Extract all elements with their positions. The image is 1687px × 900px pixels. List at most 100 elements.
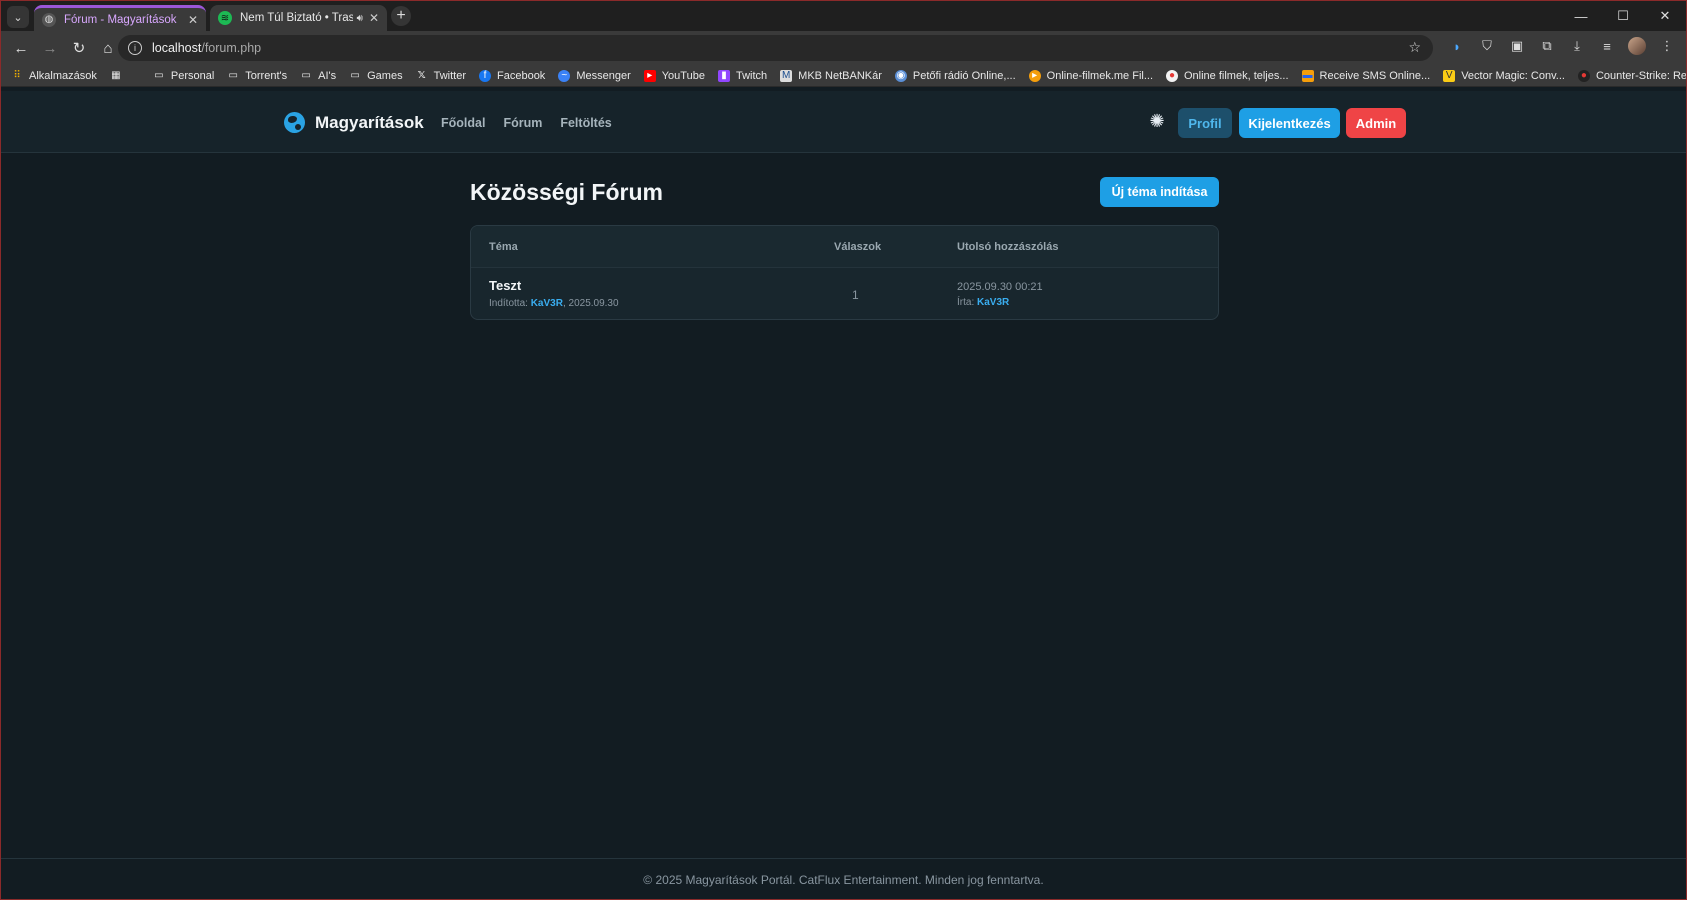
bookmark-twitter[interactable]: 𝕏 Twitter bbox=[416, 70, 466, 82]
page-title: Közösségi Fórum bbox=[470, 179, 663, 205]
sms-icon: ▬ bbox=[1301, 69, 1314, 82]
browser-window: ⌄ ◍ Fórum - Magyarítások ✕ ≋ Nem Túl Biz… bbox=[0, 0, 1687, 900]
bookmark-label: Games bbox=[367, 69, 403, 82]
bookmark-filmek[interactable]: ● Online filmek, teljes... bbox=[1166, 69, 1289, 82]
close-window-icon[interactable]: ✕ bbox=[1644, 1, 1686, 31]
bookmark-label: Twitter bbox=[433, 69, 466, 82]
maximize-icon[interactable]: ☐ bbox=[1602, 1, 1644, 31]
bank-icon: M bbox=[780, 69, 793, 82]
bookmark-personal[interactable]: ▭ Personal bbox=[153, 70, 214, 82]
messenger-icon: ~ bbox=[558, 69, 571, 82]
tab-search-icon[interactable]: ⌄ bbox=[7, 6, 29, 28]
nav-forum[interactable]: Fórum bbox=[503, 116, 542, 130]
puzzle-icon[interactable]: ⧉ bbox=[1538, 37, 1556, 55]
bookmark-sms[interactable]: ▬ Receive SMS Online... bbox=[1301, 69, 1431, 82]
bookmark-label: Online-filmek.me Fil... bbox=[1046, 69, 1153, 82]
cs-icon: ● bbox=[1577, 69, 1590, 82]
bookmark-onlinefilmek[interactable]: ▸ Online-filmek.me Fil... bbox=[1028, 69, 1153, 82]
bookmark-label: MKB NetBANKár bbox=[798, 69, 882, 82]
bookmark-label: AI's bbox=[318, 69, 337, 82]
url-host: localhost bbox=[152, 41, 202, 55]
cast-extension-icon[interactable]: ▣ bbox=[1508, 37, 1526, 55]
profile-button[interactable]: Profil bbox=[1178, 108, 1232, 138]
reload-icon[interactable]: ↻ bbox=[67, 36, 91, 60]
reply-count: 1 bbox=[852, 288, 859, 302]
play-icon: ▸ bbox=[1028, 69, 1041, 82]
menu-kebab-icon[interactable]: ⋮ bbox=[1658, 37, 1676, 55]
twitch-icon: ▮ bbox=[717, 69, 730, 82]
bookmark-label: Receive SMS Online... bbox=[1319, 69, 1431, 82]
new-topic-button[interactable]: Új téma indítása bbox=[1100, 177, 1219, 207]
bookmark-mkb[interactable]: M MKB NetBANKár bbox=[780, 69, 882, 82]
bookmark-torrents[interactable]: ▭ Torrent's bbox=[227, 69, 288, 82]
theme-toggle-icon[interactable]: ✺ bbox=[1146, 110, 1168, 132]
window-controls: — ☐ ✕ bbox=[1560, 1, 1686, 31]
globe-logo-icon bbox=[284, 112, 305, 133]
bookmark-apps[interactable]: ⠿ Alkalmazások bbox=[11, 70, 97, 82]
globe-icon: ◍ bbox=[42, 12, 56, 27]
youtube-icon: ▸ bbox=[643, 69, 656, 82]
forum-table: Téma Válaszok Utolsó hozzászólás Teszt I… bbox=[470, 225, 1219, 320]
admin-button[interactable]: Admin bbox=[1346, 108, 1406, 138]
bookmark-label: Vector Magic: Conv... bbox=[1461, 69, 1565, 82]
bookmark-vectormagic[interactable]: V Vector Magic: Conv... bbox=[1443, 69, 1565, 82]
bookmark-label: Torrent's bbox=[245, 69, 288, 82]
tab-spotify[interactable]: ≋ Nem Túl Biztató • Trashkat 🔊︎ ✕ bbox=[210, 5, 387, 31]
table-row: Teszt Indította: KaV3R, 2025.09.30 1 202… bbox=[471, 268, 1218, 319]
last-author-link[interactable]: KaV3R bbox=[977, 297, 1009, 308]
media-control-icon[interactable]: ≡ bbox=[1598, 37, 1616, 55]
started-by-label: Indította: bbox=[489, 298, 528, 309]
bookmarks-bar: ⠿ Alkalmazások ▦ ▭ Personal ▭ Torrent's ▭ AI… bbox=[1, 65, 1686, 87]
minimize-icon[interactable]: — bbox=[1560, 1, 1602, 31]
bookmark-label: Alkalmazások bbox=[29, 69, 97, 82]
bookmark-youtube[interactable]: ▸ YouTube bbox=[643, 69, 705, 82]
bookmark-twitch[interactable]: ▮ Twitch bbox=[717, 69, 768, 82]
main-nav: Főoldal Fórum Feltöltés bbox=[441, 116, 612, 130]
site-header: Magyarítások Főoldal Fórum Feltöltés ✺ P… bbox=[1, 91, 1686, 153]
vector-icon: V bbox=[1443, 69, 1456, 82]
bookmark-ais[interactable]: ▭ AI's bbox=[300, 70, 336, 82]
bookmark-facebook[interactable]: f Facebook bbox=[479, 69, 545, 82]
speaker-icon[interactable]: 🔊︎ bbox=[357, 13, 363, 24]
nav-upload[interactable]: Feltöltés bbox=[560, 116, 611, 130]
x-logo-icon: 𝕏 bbox=[417, 70, 426, 81]
new-tab-button[interactable]: + bbox=[391, 6, 411, 26]
bookmark-label: Messenger bbox=[576, 69, 631, 82]
nav-home[interactable]: Főoldal bbox=[441, 116, 485, 130]
column-topic: Téma bbox=[489, 241, 518, 253]
forward-icon[interactable]: → bbox=[38, 36, 62, 60]
facebook-icon: f bbox=[479, 69, 491, 82]
bookmark-counterstrike[interactable]: ● Counter-Strike: Rest... bbox=[1577, 69, 1686, 82]
profile-avatar[interactable] bbox=[1628, 37, 1646, 55]
site-info-icon[interactable]: i bbox=[128, 41, 142, 55]
bookmark-label: Twitch bbox=[735, 69, 768, 82]
back-icon[interactable]: ← bbox=[9, 36, 33, 60]
bookmark-petofi[interactable]: ◉ Petőfi rádió Online,... bbox=[894, 69, 1016, 82]
topic-title-link[interactable]: Teszt bbox=[489, 278, 521, 293]
brand-name: Magyarítások bbox=[315, 112, 424, 132]
film-icon: ● bbox=[1166, 69, 1178, 82]
written-by-label: Írta: bbox=[957, 297, 975, 308]
bookmark-games[interactable]: ▭ Games bbox=[349, 70, 402, 82]
folder-icon: ▭ bbox=[228, 70, 238, 81]
brand-link[interactable]: Magyarítások bbox=[284, 112, 424, 133]
logout-button[interactable]: Kijelentkezés bbox=[1239, 108, 1340, 138]
topic-author-link[interactable]: KaV3R bbox=[531, 298, 563, 309]
grid-icon: ▦ bbox=[111, 70, 121, 81]
close-icon[interactable]: ✕ bbox=[369, 11, 379, 25]
home-icon[interactable]: ⌂ bbox=[96, 36, 120, 60]
bookmark-grid[interactable]: ▦ bbox=[110, 70, 128, 82]
wifi-extension-icon[interactable]: ◗ bbox=[1448, 37, 1466, 55]
close-icon[interactable]: ✕ bbox=[188, 13, 198, 27]
browser-toolbar: ← → ↻ ⌂ i localhost/forum.php ☆ ◗ ⛉ ▣ ⧉ … bbox=[1, 31, 1686, 65]
spotify-icon: ≋ bbox=[218, 11, 232, 25]
tab-title: Fórum - Magyarítások bbox=[64, 13, 177, 26]
bookmark-star-icon[interactable]: ☆ bbox=[1408, 39, 1421, 56]
apps-grid-icon: ⠿ bbox=[13, 70, 21, 81]
tab-forum[interactable]: ◍ Fórum - Magyarítások ✕ bbox=[34, 5, 206, 31]
address-bar[interactable]: i localhost/forum.php ☆ bbox=[118, 35, 1433, 61]
bookmark-messenger[interactable]: ~ Messenger bbox=[558, 69, 631, 82]
shield-extension-icon[interactable]: ⛉ bbox=[1478, 37, 1496, 55]
folder-icon: ▭ bbox=[350, 70, 360, 81]
download-icon[interactable]: ⤓ bbox=[1568, 37, 1586, 55]
